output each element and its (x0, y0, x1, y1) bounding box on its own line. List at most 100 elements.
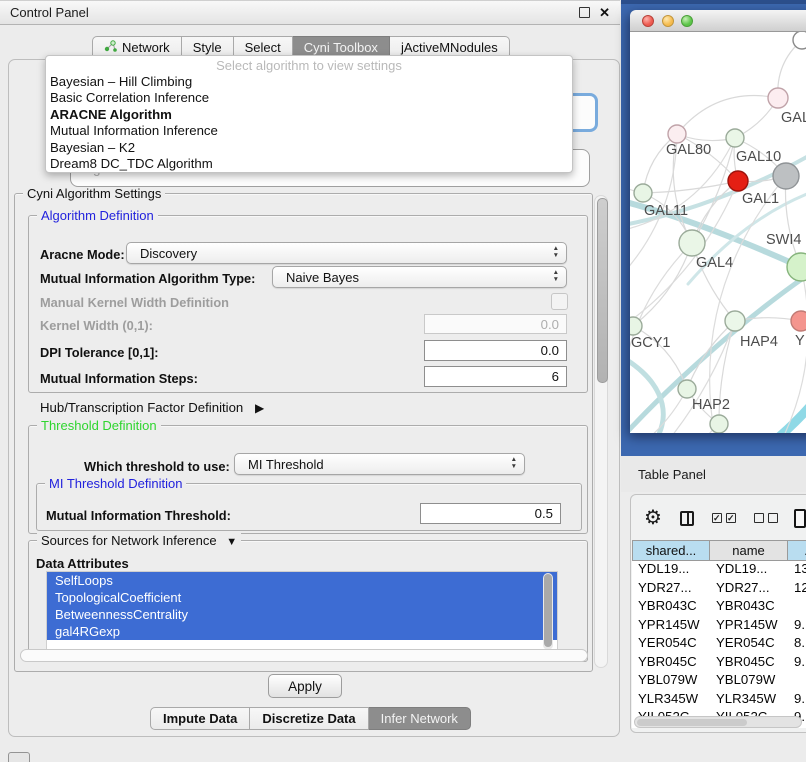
bottom-tab-impute-data[interactable]: Impute Data (150, 707, 250, 730)
table-row[interactable]: YBL079WYBL079W (632, 672, 806, 691)
algorithm-menu-item[interactable]: Mutual Information Inference (46, 123, 572, 139)
algorithm-menu-item[interactable]: Bayesian – K2 (46, 140, 572, 156)
attribute-item[interactable]: gal4RGexp (47, 623, 557, 640)
kernel-width-label: Kernel Width (0,1): (40, 318, 153, 333)
network-node[interactable] (668, 125, 686, 143)
settings-vertical-scrollbar[interactable] (594, 195, 608, 668)
mi-threshold-value: 0.5 (535, 506, 553, 521)
network-node[interactable] (768, 88, 788, 108)
table-body: YDL19...YDL19...13YDR27...YDR27...12YBR0… (632, 561, 806, 728)
table-horizontal-scrollbar[interactable] (634, 716, 802, 728)
kernel-width-field: 0.0 (424, 314, 567, 334)
table-row[interactable]: YDL19...YDL19...13 (632, 561, 806, 580)
algorithm-menu-item[interactable]: Basic Correlation Inference (46, 90, 572, 106)
network-node[interactable] (791, 311, 806, 331)
table-row[interactable]: YLR345WYLR345W9. (632, 691, 806, 710)
table-panel-titlebar: Table Panel (621, 456, 806, 492)
node-table: shared...nameA YDL19...YDL19...13YDR27..… (632, 540, 806, 728)
cell-name: YLR345W (716, 691, 790, 706)
network-node[interactable] (634, 184, 652, 202)
table-row[interactable]: YBR045CYBR045C9. (632, 654, 806, 673)
apply-button[interactable]: Apply (268, 674, 342, 698)
tab-label: Style (193, 40, 222, 55)
network-node[interactable] (678, 380, 696, 398)
threshold-definition-title: Threshold Definition (37, 418, 161, 433)
unchecked-pair-icon[interactable] (754, 513, 778, 523)
mi-steps-field[interactable]: 6 (424, 366, 567, 387)
column-header-shared[interactable]: shared... (632, 540, 710, 561)
network-window: GALGAL80GAL10GAL1GAL11SWI4GAL4GCY1HAP4YH… (630, 10, 806, 433)
settings-horizontal-scrollbar[interactable] (20, 649, 588, 662)
close-traffic-light[interactable] (642, 15, 654, 27)
data-attributes-label: Data Attributes (36, 556, 129, 571)
network-node[interactable] (773, 163, 799, 189)
node-label: HAP2 (692, 397, 730, 413)
zoom-traffic-light[interactable] (681, 15, 693, 27)
network-node[interactable] (728, 171, 748, 191)
attribute-item[interactable]: SelfLoops (47, 572, 557, 589)
network-node[interactable] (725, 311, 745, 331)
data-attributes-list: SelfLoopsTopologicalCoefficientBetweenne… (46, 571, 558, 654)
float-window-icon[interactable] (579, 7, 590, 18)
network-edge (710, 176, 786, 433)
bottom-tab-label: Infer Network (381, 711, 458, 726)
algorithm-menu-item[interactable]: Dream8 DC_TDC Algorithm (46, 156, 572, 172)
algorithm-menu-item[interactable]: ARACNE Algorithm (46, 107, 572, 123)
table-row[interactable]: YER054CYER054C8. (632, 635, 806, 654)
network-node[interactable] (726, 129, 744, 147)
which-threshold-combo[interactable]: MI Threshold ▲▼ (234, 453, 525, 475)
which-threshold-value: MI Threshold (248, 457, 324, 472)
document-icon[interactable] (794, 509, 806, 528)
close-icon[interactable]: ✕ (599, 6, 610, 19)
table-row[interactable]: YDR27...YDR27...12 (632, 580, 806, 599)
cell-shared-name: YBR043C (638, 598, 714, 613)
network-node[interactable] (710, 415, 728, 433)
network-window-titlebar[interactable] (630, 10, 806, 32)
column-header-name[interactable]: name (710, 540, 788, 561)
table-header-row: shared...nameA (632, 540, 806, 561)
hub-expander-label: Hub/Transcription Factor Definition (40, 400, 243, 415)
gear-icon[interactable]: ⚙ (644, 508, 662, 528)
algorithm-dropdown-items: Bayesian – Hill ClimbingBasic Correlatio… (46, 74, 572, 172)
node-label: GAL4 (696, 255, 733, 271)
algorithm-dropdown-menu: Select algorithm to view settings Bayesi… (45, 55, 573, 173)
apply-button-label: Apply (288, 679, 322, 694)
network-canvas[interactable]: GALGAL80GAL10GAL1GAL11SWI4GAL4GCY1HAP4YH… (630, 32, 806, 433)
aracne-mode-combo[interactable]: Discovery ▲▼ (126, 242, 567, 264)
minimize-traffic-light[interactable] (662, 15, 674, 27)
table-row[interactable]: YPR145WYPR145W9. (632, 617, 806, 636)
collapsed-panel-icon[interactable] (8, 752, 30, 762)
mi-type-combo[interactable]: Naive Bayes ▲▼ (272, 266, 567, 288)
bottom-tab-discretize-data[interactable]: Discretize Data (250, 707, 368, 730)
dpi-tolerance-label: DPI Tolerance [0,1]: (40, 345, 159, 360)
dpi-tolerance-field[interactable]: 0.0 (424, 340, 567, 361)
network-node[interactable] (630, 317, 642, 335)
cell-value: 9. (794, 617, 806, 632)
cell-name: YER054C (716, 635, 790, 650)
tab-label: Select (245, 40, 281, 55)
bottom-tab-infer-network[interactable]: Infer Network (369, 707, 471, 730)
mi-threshold-field[interactable]: 0.5 (420, 503, 561, 524)
attribute-item[interactable]: BetweennessCentrality (47, 606, 557, 623)
network-node[interactable] (793, 32, 806, 49)
stepper-arrows-icon: ▲▼ (511, 456, 517, 470)
attributes-scrollbar[interactable] (543, 573, 553, 650)
checked-pair-icon[interactable]: ✓✓ (712, 513, 736, 523)
node-label: GAL (781, 110, 806, 126)
window-buttons: ✕ (579, 1, 610, 24)
network-node[interactable] (787, 253, 806, 281)
hub-expander[interactable]: Hub/Transcription Factor Definition ▶ (40, 400, 264, 415)
cyni-settings-title: Cyni Algorithm Settings (23, 186, 165, 201)
attribute-item[interactable]: TopologicalCoefficient (47, 589, 557, 606)
mi-threshold-title: MI Threshold Definition (45, 476, 186, 491)
stepper-arrows-icon: ▲▼ (553, 245, 559, 259)
split-columns-icon[interactable] (680, 511, 694, 526)
column-header-A[interactable]: A (788, 540, 806, 561)
network-node[interactable] (679, 230, 705, 256)
sources-expander[interactable]: Sources for Network Inference ▼ (37, 533, 241, 548)
mi-steps-label: Mutual Information Steps: (40, 371, 198, 386)
table-row[interactable]: YBR043CYBR043C (632, 598, 806, 617)
algorithm-menu-item[interactable]: Bayesian – Hill Climbing (46, 74, 572, 90)
screen: Control Panel ✕ NetworkStyleSelectCyni T… (0, 0, 806, 762)
manual-kernel-checkbox[interactable] (551, 293, 568, 310)
